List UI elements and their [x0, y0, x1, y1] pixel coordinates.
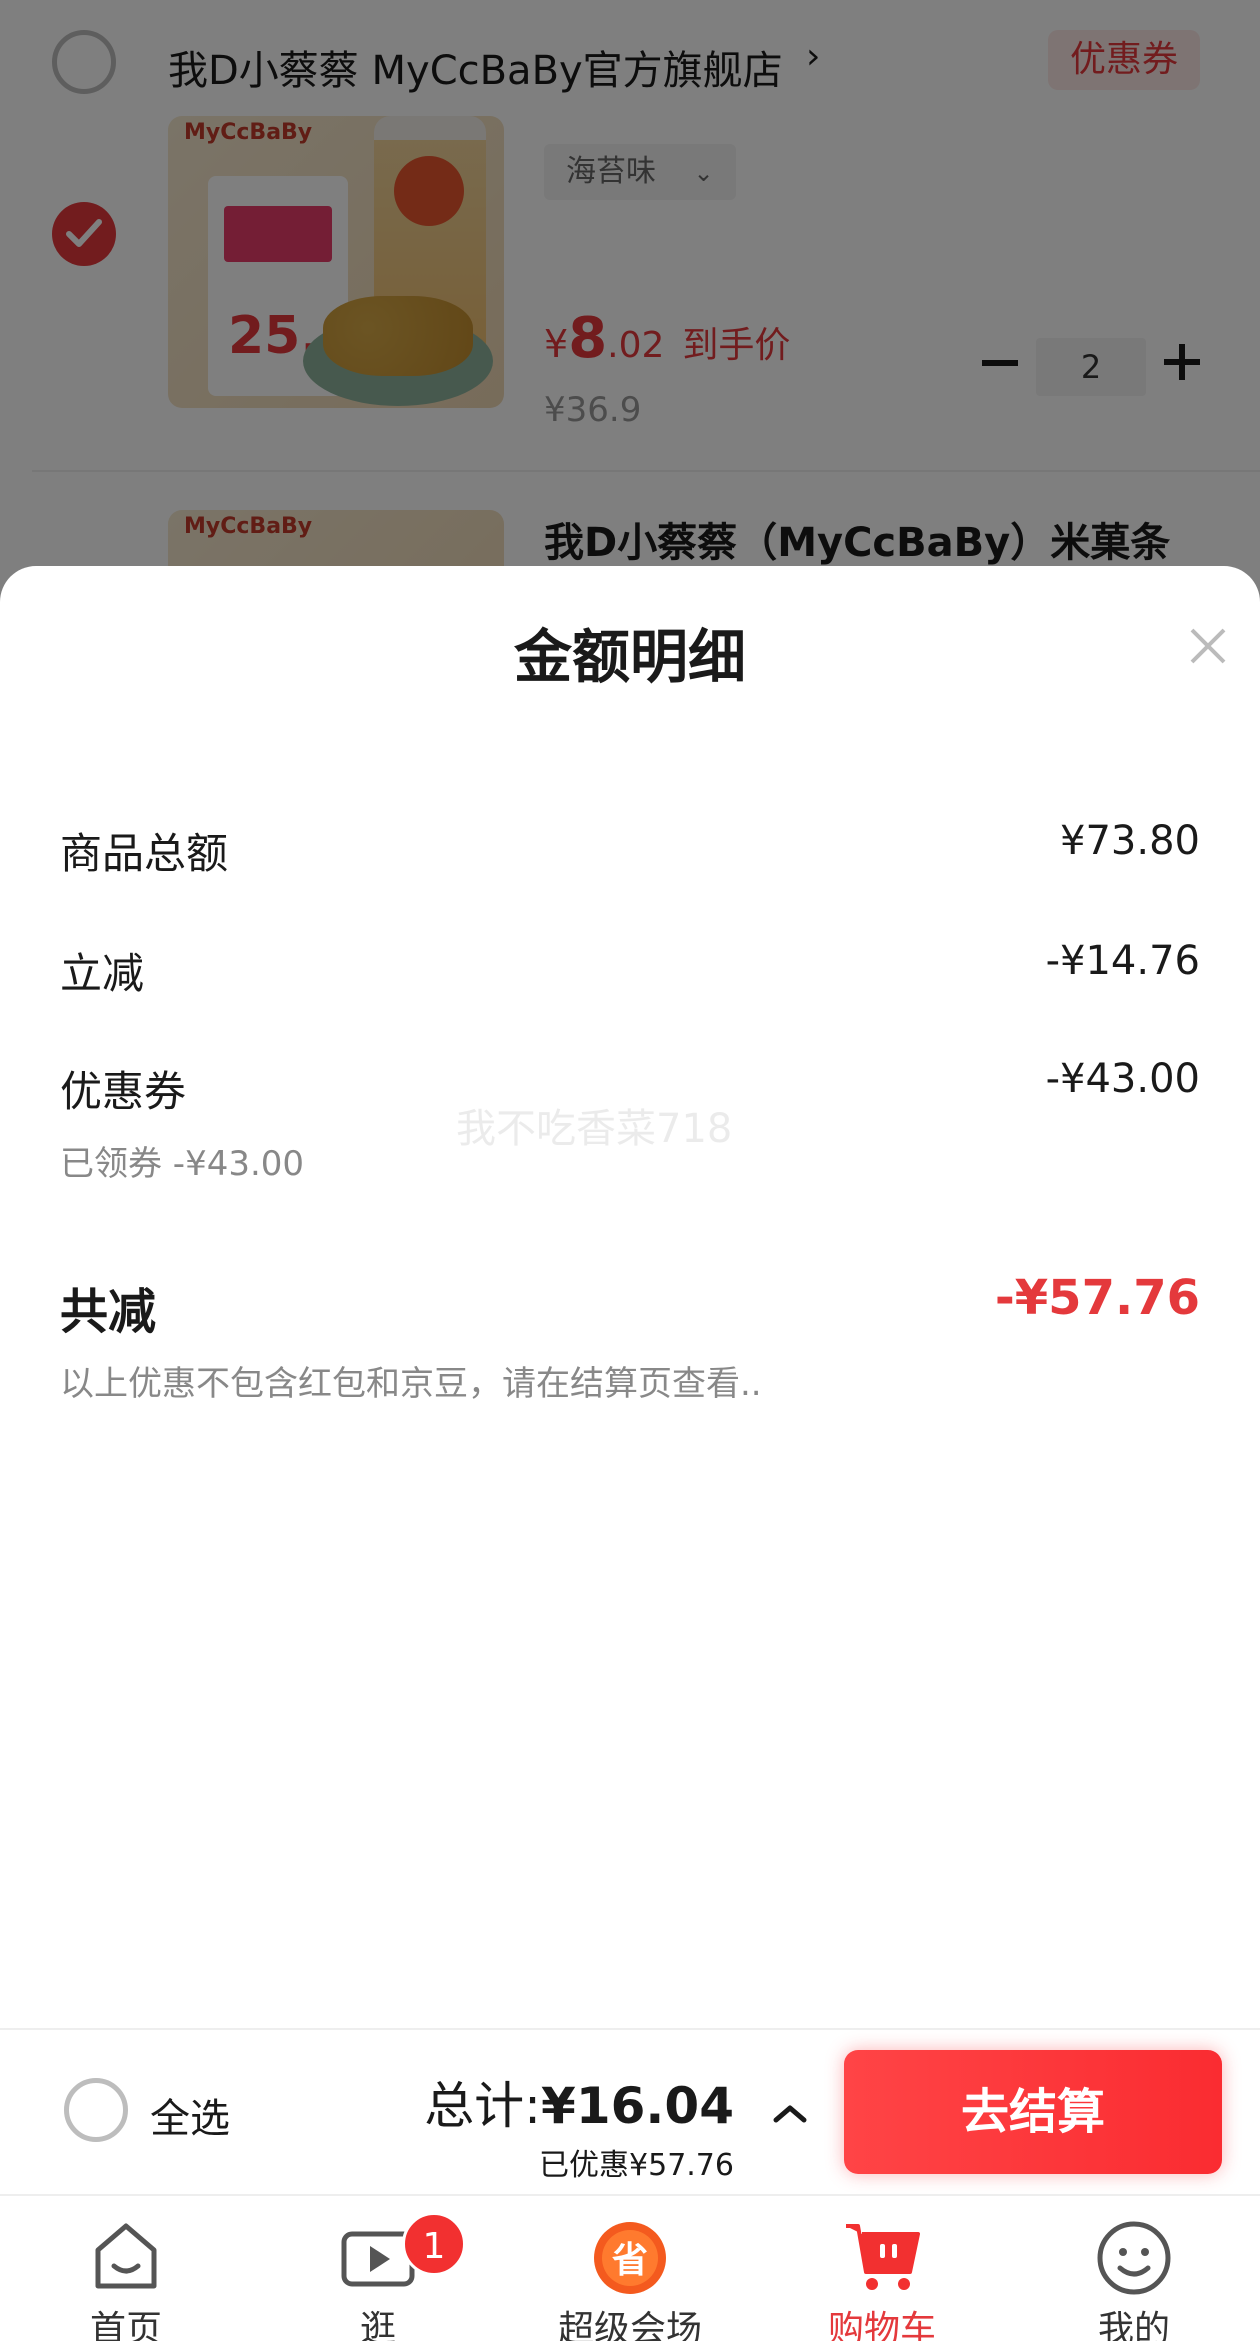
tab-home-label: 首页: [89, 2309, 162, 2341]
tab-profile[interactable]: 我的: [1008, 2196, 1260, 2341]
checkout-button[interactable]: 去结算: [844, 2050, 1222, 2174]
discount-note: 以上优惠不包含红包和京豆，请在结算页查看..: [60, 1364, 762, 1404]
tab-browse[interactable]: 1 逛: [252, 2196, 504, 2341]
coupon-value: -¥43.00: [1045, 1056, 1200, 1102]
tab-super-venue[interactable]: 省 超级会场: [504, 2196, 756, 2341]
notification-badge: 1: [402, 2212, 466, 2276]
close-icon[interactable]: [1186, 624, 1230, 668]
coupon-label: 优惠券: [60, 1067, 187, 1116]
svg-text:省: 省: [612, 2240, 648, 2281]
total-price[interactable]: 总计:¥16.04: [424, 2066, 734, 2138]
amount-detail-sheet: 金额明细 商品总额 ¥73.80 立减 -¥14.76 优惠券 -¥43.00 …: [0, 566, 1260, 2028]
sheet-title: 金额明细: [513, 623, 746, 691]
profile-icon: [1094, 2216, 1174, 2296]
super-venue-icon: 省: [590, 2216, 670, 2296]
instant-discount-label: 立减: [60, 949, 145, 998]
home-icon: [86, 2216, 166, 2296]
coupon-claimed-note: 已领券 -¥43.00: [60, 1144, 305, 1184]
tab-super-venue-label: 超级会场: [557, 2309, 702, 2341]
tab-cart[interactable]: 购物车: [756, 2196, 1008, 2341]
instant-discount-value: -¥14.76: [1045, 938, 1200, 984]
total-discount-value: -¥57.76: [994, 1270, 1200, 1326]
tab-home[interactable]: 首页: [0, 2196, 252, 2341]
select-all-label[interactable]: 全选: [150, 2086, 230, 2144]
tab-cart-label: 购物车: [827, 2309, 936, 2341]
cart-icon: [842, 2216, 922, 2296]
tab-browse-label: 逛: [359, 2309, 396, 2341]
bottom-tab-bar: 首页 1 逛 省 超级会场 购物车 我的: [0, 2194, 1260, 2341]
watermark: 我不吃香菜718: [456, 1106, 733, 1152]
tab-profile-label: 我的: [1097, 2309, 1170, 2341]
checkout-bar: 全选 总计:¥16.04 已优惠¥57.76 去结算: [0, 2028, 1260, 2194]
total-discount-label: 共减: [60, 1284, 157, 1340]
subtotal-label: 商品总额: [60, 829, 229, 878]
select-all-radio[interactable]: [64, 2078, 128, 2142]
subtotal-value: ¥73.80: [1060, 818, 1200, 864]
saved-amount[interactable]: 已优惠¥57.76: [539, 2140, 734, 2184]
chevron-up-icon[interactable]: [770, 2098, 810, 2128]
